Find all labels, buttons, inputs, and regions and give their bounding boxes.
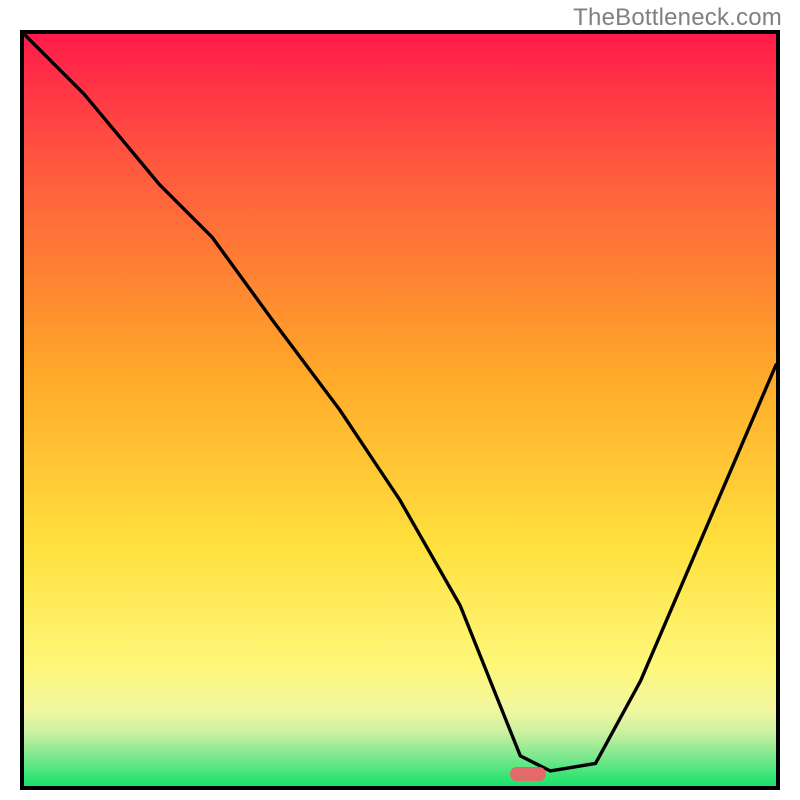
plot-area	[24, 34, 776, 786]
bottleneck-curve	[24, 34, 776, 786]
watermark-text: TheBottleneck.com	[573, 4, 782, 32]
optimal-marker	[510, 767, 546, 781]
chart-container: TheBottleneck.com	[0, 0, 800, 800]
curve-path	[24, 34, 776, 771]
